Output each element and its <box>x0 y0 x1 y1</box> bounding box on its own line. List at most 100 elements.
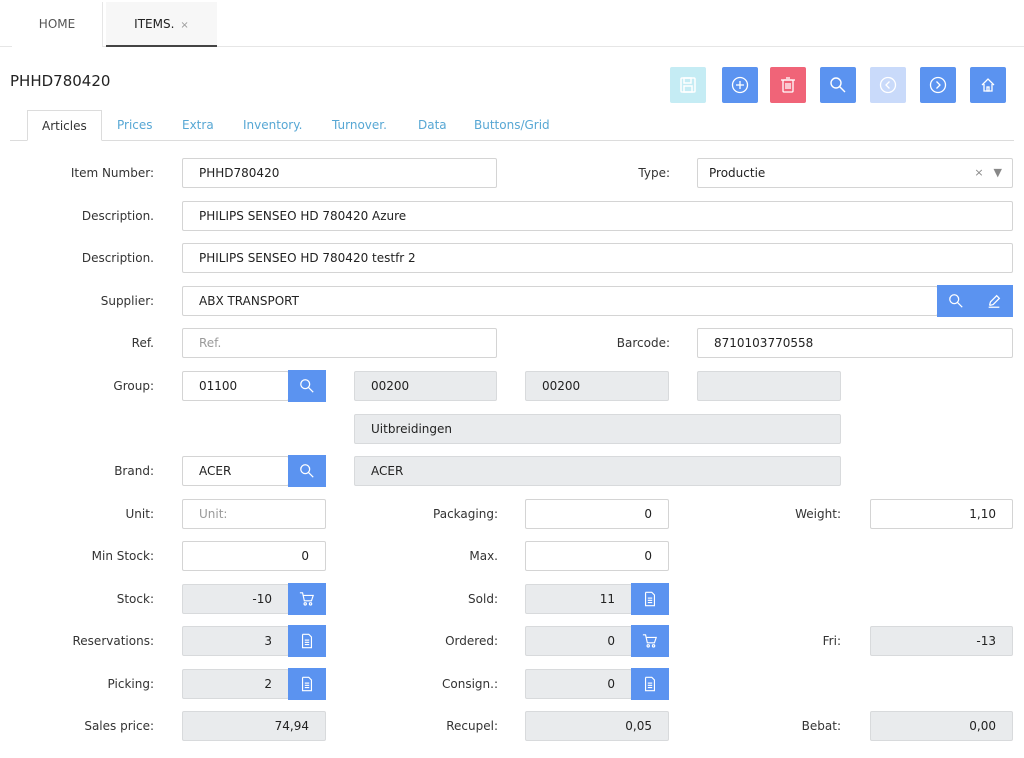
supplier-label: Supplier: <box>100 294 154 308</box>
tab-buttons-grid[interactable]: Buttons/Grid <box>474 110 550 141</box>
max-label: Max. <box>469 549 498 563</box>
supplier-input[interactable]: ABX TRANSPORT <box>182 286 938 316</box>
sold-document-button[interactable] <box>631 583 669 615</box>
plus-circle-icon <box>731 76 749 94</box>
type-select[interactable]: Productie × ▼ <box>697 158 1013 188</box>
bebat-value: 0,00 <box>870 711 1013 741</box>
description-2-input[interactable]: PHILIPS SENSEO HD 780420 testfr 2 <box>182 243 1013 273</box>
ordered-value: 0 <box>525 626 632 656</box>
description-input[interactable]: PHILIPS SENSEO HD 780420 Azure <box>182 201 1013 231</box>
stock-label: Stock: <box>116 592 154 606</box>
brand-label: Brand: <box>114 464 154 478</box>
page-title: PHHD780420 <box>10 72 111 90</box>
stock-cart-button[interactable] <box>288 583 326 615</box>
tab-turnover[interactable]: Turnover. <box>332 110 387 141</box>
barcode-input[interactable]: 8710103770558 <box>697 328 1013 358</box>
cart-icon <box>642 634 658 648</box>
delete-button[interactable] <box>770 67 806 103</box>
type-label: Type: <box>638 166 670 180</box>
type-select-value: Productie <box>709 166 766 180</box>
ref-input[interactable]: Ref. <box>182 328 497 358</box>
tab-inventory[interactable]: Inventory. <box>243 110 302 141</box>
tab-data[interactable]: Data <box>418 110 447 141</box>
group-sub-3 <box>697 371 841 401</box>
tab-home[interactable]: HOME <box>12 2 103 47</box>
recupel-label: Recupel: <box>446 719 498 733</box>
search-icon <box>300 379 314 393</box>
barcode-label: Barcode: <box>616 336 670 350</box>
search-icon <box>949 294 963 308</box>
document-icon <box>301 676 313 692</box>
fri-value: -13 <box>870 626 1013 656</box>
packaging-input[interactable]: 0 <box>525 499 669 529</box>
group-sub-2: 00200 <box>525 371 669 401</box>
clear-icon[interactable]: × <box>974 166 983 179</box>
unit-input[interactable]: Unit: <box>182 499 326 529</box>
sales-price-value: 74,94 <box>182 711 326 741</box>
add-button[interactable] <box>722 67 758 103</box>
top-tab-bar: HOME ITEMS. × <box>0 0 1024 47</box>
ordered-cart-button[interactable] <box>631 625 669 657</box>
stock-value: -10 <box>182 584 289 614</box>
ordered-label: Ordered: <box>445 634 498 648</box>
reservations-document-button[interactable] <box>288 625 326 657</box>
search-button[interactable] <box>820 67 856 103</box>
previous-button[interactable] <box>870 67 906 103</box>
brand-description: ACER <box>354 456 841 486</box>
consign-label: Consign.: <box>442 677 498 691</box>
item-number-label: Item Number: <box>70 166 154 180</box>
group-description: Uitbreidingen <box>354 414 841 444</box>
search-icon <box>300 464 314 478</box>
group-input[interactable]: 01100 <box>182 371 289 401</box>
min-stock-label: Min Stock: <box>91 549 154 563</box>
brand-input[interactable]: ACER <box>182 456 289 486</box>
pencil-icon <box>988 294 1001 308</box>
consign-value: 0 <box>525 669 632 699</box>
bebat-label: Bebat: <box>801 719 841 733</box>
reservations-label: Reservations: <box>72 634 155 648</box>
cart-icon <box>299 592 315 606</box>
document-icon <box>644 591 656 607</box>
close-tab-icon[interactable]: × <box>180 20 188 31</box>
sales-price-label: Sales price: <box>84 719 154 733</box>
min-stock-input[interactable]: 0 <box>182 541 326 571</box>
document-icon <box>301 633 313 649</box>
type-select-controls: × ▼ <box>974 159 1002 187</box>
brand-search-button[interactable] <box>288 455 326 487</box>
group-label: Group: <box>113 379 154 393</box>
recupel-value: 0,05 <box>525 711 669 741</box>
supplier-search-button[interactable] <box>937 285 975 317</box>
chevron-right-circle-icon <box>929 76 947 94</box>
save-icon <box>680 77 696 93</box>
supplier-edit-button[interactable] <box>975 285 1013 317</box>
description-2-label: Description. <box>81 251 154 265</box>
tab-prices[interactable]: Prices <box>117 110 153 141</box>
chevron-left-circle-icon <box>879 76 897 94</box>
search-icon <box>830 77 846 93</box>
save-button[interactable] <box>670 67 706 103</box>
unit-label: Unit: <box>125 507 154 521</box>
sold-value: 11 <box>525 584 632 614</box>
home-button[interactable] <box>970 67 1006 103</box>
home-icon <box>981 78 995 92</box>
picking-document-button[interactable] <box>288 668 326 700</box>
detail-tabs: Articles Prices Extra Inventory. Turnove… <box>10 110 1014 141</box>
tab-items[interactable]: ITEMS. × <box>106 2 217 47</box>
consign-document-button[interactable] <box>631 668 669 700</box>
next-button[interactable] <box>920 67 956 103</box>
tab-extra[interactable]: Extra <box>182 110 214 141</box>
picking-value: 2 <box>182 669 289 699</box>
description-label: Description. <box>81 209 154 223</box>
tab-articles[interactable]: Articles <box>27 110 102 141</box>
trash-icon <box>781 77 795 93</box>
picking-label: Picking: <box>107 677 154 691</box>
ref-label: Ref. <box>131 336 154 350</box>
weight-input[interactable]: 1,10 <box>870 499 1013 529</box>
tab-home-label: HOME <box>38 17 76 31</box>
group-search-button[interactable] <box>288 370 326 402</box>
item-number-input[interactable]: PHHD780420 <box>182 158 497 188</box>
chevron-down-icon[interactable]: ▼ <box>994 166 1002 179</box>
reservations-value: 3 <box>182 626 289 656</box>
max-input[interactable]: 0 <box>525 541 669 571</box>
tab-items-label: ITEMS. <box>134 17 175 31</box>
